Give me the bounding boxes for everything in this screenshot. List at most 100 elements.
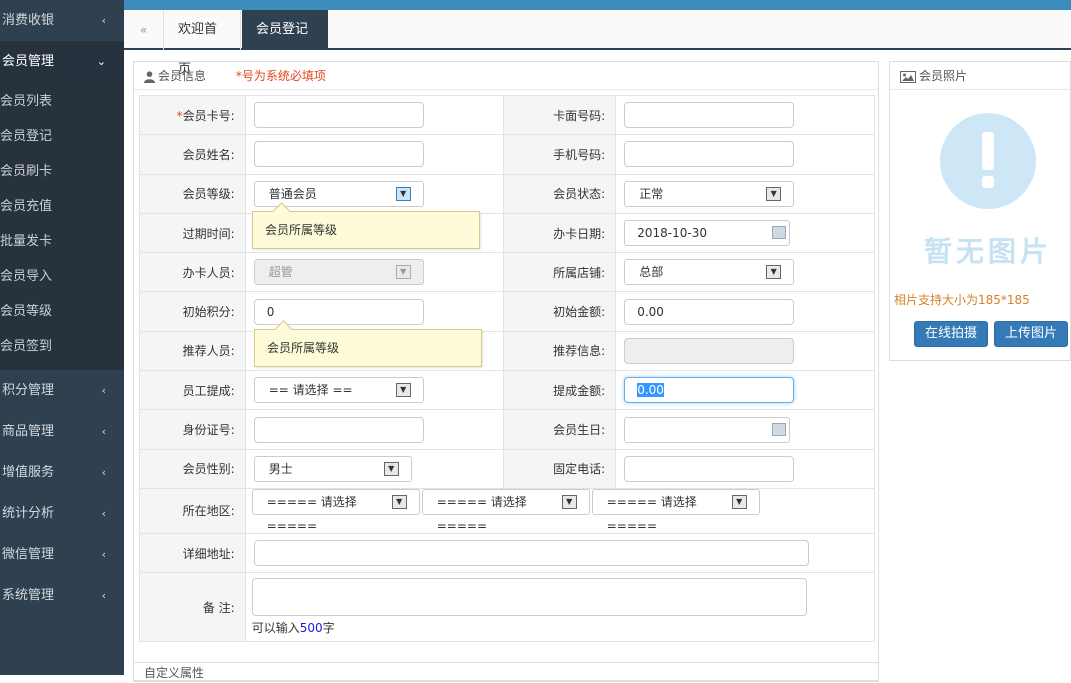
referral-info-input <box>624 337 795 364</box>
operator-select: 超管 ▼ <box>253 259 424 286</box>
label-status: 会员状态: <box>503 173 617 214</box>
sidebar-item-label: 统计分析 <box>2 506 55 521</box>
panel-title: 自定义属性 <box>144 666 205 680</box>
name-input[interactable] <box>253 141 424 168</box>
photo-panel-title: 会员照片 <box>919 69 968 83</box>
id-no-input[interactable] <box>253 416 424 443</box>
label-staff-commission: 员工提成: <box>139 370 246 411</box>
custom-attributes-panel: 自定义属性 <box>133 662 879 682</box>
sidebar-subitem-member-level[interactable]: 会员等级 <box>0 294 124 329</box>
label-gender: 会员性别: <box>139 448 246 489</box>
remark-hint: 可以输入500字 <box>252 619 874 636</box>
init-amount-input[interactable]: 0.00 <box>624 298 795 325</box>
region-district-select[interactable]: ===== 请选择 ===== ▼ <box>591 488 760 533</box>
sidebar-item-label: 系统管理 <box>2 588 55 603</box>
panel-header: 会员信息 *号为系统必填项 <box>134 62 878 90</box>
sidebar-subitem-member-register[interactable]: 会员登记 <box>0 119 124 154</box>
sidebar-subitem-member-swipe[interactable]: 会员刷卡 <box>0 154 124 189</box>
hint-text: 可以输入 <box>251 621 300 636</box>
sidebar-subitem-member-import[interactable]: 会员导入 <box>0 259 124 294</box>
chevron-left-icon: ‹ <box>101 425 106 438</box>
required-note: *号为系统必填项 <box>235 69 326 83</box>
sidebar-item-label: 积分管理 <box>2 383 55 398</box>
label-phone: 手机号码: <box>503 134 617 175</box>
panel-title: 会员信息 <box>158 69 207 83</box>
sidebar-subitem-member-recharge[interactable]: 会员充值 <box>0 189 124 224</box>
label-commission-amount: 提成金额: <box>503 370 617 411</box>
sidebar-submenu: 会员列表 会员登记 会员刷卡 会员充值 批量发卡 会员导入 会员等级 会员签到 <box>0 82 124 370</box>
sidebar-item-label: 消费收银 <box>2 13 55 28</box>
card-no-input[interactable] <box>253 102 424 129</box>
image-icon <box>900 70 916 83</box>
select-value: 总部 <box>639 265 664 280</box>
level-tooltip: 会员所属等级 <box>252 211 480 249</box>
selected-text: 0.00 <box>637 383 664 398</box>
label-name: 会员姓名: <box>139 134 246 175</box>
staff-commission-select[interactable]: == 请选择 == ▼ <box>253 377 424 404</box>
label-operator: 办卡人员: <box>139 252 246 293</box>
select-value: 正常 <box>639 186 664 201</box>
member-form-table: *会员卡号: 卡面号码: 会员姓名: 手机号码: 会员等级: 普通会员 ▼ 会员状… <box>139 94 876 643</box>
phone-input[interactable] <box>624 141 795 168</box>
sidebar-subitem-member-list[interactable]: 会员列表 <box>0 84 124 119</box>
sidebar-item-members[interactable]: 会员管理 ⌄ <box>0 41 124 82</box>
top-accent-bar <box>124 0 1071 10</box>
label-id-no: 身份证号: <box>139 409 246 450</box>
commission-amount-input[interactable]: 0.00 <box>624 377 795 404</box>
label-address: 详细地址: <box>139 532 246 574</box>
sidebar-subitem-batch-issue[interactable]: 批量发卡 <box>0 224 124 259</box>
sidebar-item-value-added[interactable]: 增值服务 ‹ <box>0 452 124 493</box>
select-value: 男士 <box>268 461 293 476</box>
label-card-no: *会员卡号: <box>139 94 246 136</box>
sidebar-item-points[interactable]: 积分管理 ‹ <box>0 370 124 411</box>
sidebar-item-label: 会员管理 <box>2 54 55 69</box>
sidebar-item-statistics[interactable]: 统计分析 ‹ <box>0 493 124 534</box>
tab-home[interactable]: 欢迎首页 <box>164 10 241 77</box>
store-select[interactable]: 总部 ▼ <box>624 259 795 286</box>
sidebar-item-checkout[interactable]: 消费收银 ‹ <box>0 0 124 41</box>
sidebar-item-label: 商品管理 <box>2 424 55 439</box>
issue-date-input[interactable]: 2018-10-30 <box>624 220 791 247</box>
init-points-input[interactable]: 0 <box>253 298 424 325</box>
dropdown-arrow-icon: ▼ <box>395 186 411 201</box>
upload-photo-button[interactable]: 上传图片 <box>994 321 1068 347</box>
dropdown-arrow-icon: ▼ <box>766 186 782 201</box>
region-city-select[interactable]: ===== 请选择 ===== ▼ <box>421 488 590 533</box>
dropdown-arrow-icon: ▼ <box>395 383 411 398</box>
label-birthday: 会员生日: <box>503 409 617 450</box>
chevron-left-icon: ‹ <box>101 507 106 520</box>
select-value: 普通会员 <box>268 186 317 201</box>
label-expire: 过期时间: <box>139 212 246 254</box>
landline-input[interactable] <box>624 455 795 482</box>
face-no-input[interactable] <box>624 102 795 129</box>
member-photo-panel: 会员照片 暂无图片 相片支持大小为185*185 在线拍摄 上传图片 <box>889 61 1071 361</box>
label-landline: 固定电话: <box>503 448 617 489</box>
sidebar-subitem-member-checkin[interactable]: 会员签到 <box>0 329 124 364</box>
sidebar-item-products[interactable]: 商品管理 ‹ <box>0 411 124 452</box>
tab-scroll-left-icon[interactable]: « <box>124 10 164 50</box>
birthday-input[interactable] <box>624 416 791 443</box>
address-input[interactable] <box>253 540 809 567</box>
tab-label: 会员登记 <box>256 22 309 37</box>
sidebar-item-system[interactable]: 系统管理 ‹ <box>0 575 124 616</box>
status-select[interactable]: 正常 ▼ <box>624 180 795 207</box>
label-store: 所属店铺: <box>503 252 617 293</box>
date-value: 2018-10-30 <box>637 226 707 241</box>
region-province-select[interactable]: ===== 请选择 ===== ▼ <box>251 488 420 533</box>
remark-textarea[interactable] <box>251 578 807 617</box>
calendar-icon[interactable] <box>772 226 787 240</box>
select-value: ===== 请选择 ===== <box>266 494 357 533</box>
no-photo-placeholder: 暂无图片 <box>918 112 1058 272</box>
label-referral-info: 推荐信息: <box>503 330 617 372</box>
dropdown-arrow-icon: ▼ <box>391 494 407 509</box>
tab-member-register[interactable]: 会员登记 ✖ <box>242 10 328 77</box>
photo-panel-header: 会员照片 <box>890 62 1070 90</box>
photo-size-hint: 相片支持大小为185*185 <box>894 293 1030 307</box>
calendar-icon[interactable] <box>772 422 787 436</box>
label-init-amount: 初始金额: <box>503 291 617 332</box>
chevron-left-icon: ‹ <box>101 589 106 602</box>
label-issue-date: 办卡日期: <box>503 212 617 254</box>
gender-select[interactable]: 男士 ▼ <box>253 455 412 482</box>
capture-photo-button[interactable]: 在线拍摄 <box>914 321 988 347</box>
sidebar-item-wechat[interactable]: 微信管理 ‹ <box>0 534 124 575</box>
